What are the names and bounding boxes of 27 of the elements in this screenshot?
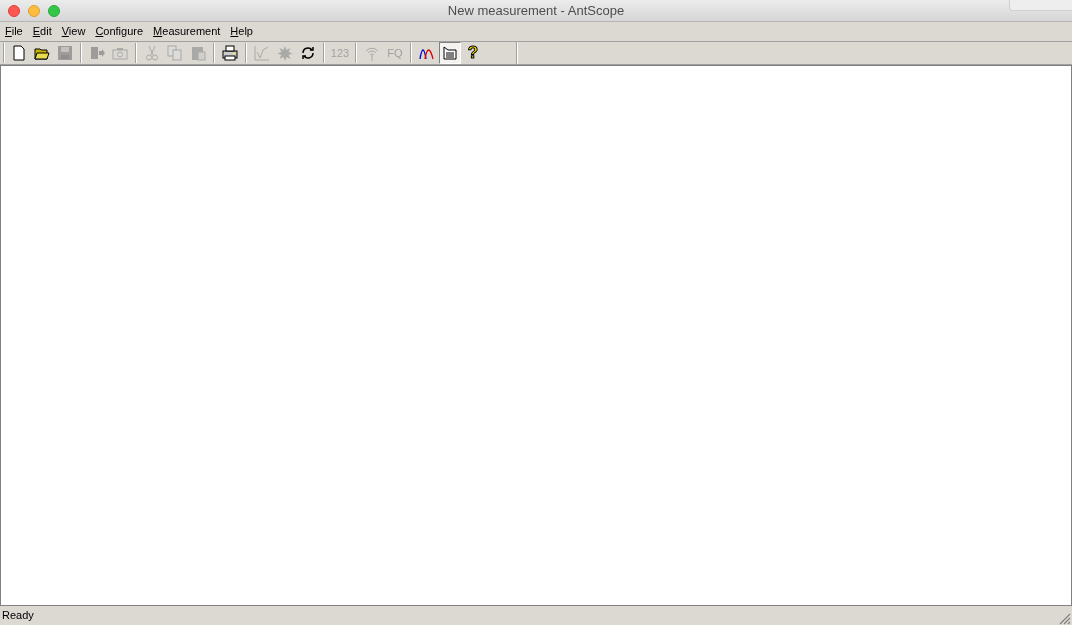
refresh-icon <box>300 45 316 61</box>
document-icon <box>11 45 27 61</box>
menu-item[interactable]: Configure <box>90 23 149 40</box>
scissors-icon <box>144 45 160 61</box>
menu-item[interactable]: View <box>56 23 91 40</box>
export-icon <box>89 45 105 61</box>
window-title: New measurement - AntScope <box>447 1 625 20</box>
folder-icon <box>34 45 50 61</box>
list-icon <box>442 45 458 61</box>
clipboard-icon <box>190 45 206 61</box>
camera-icon <box>112 45 128 61</box>
close-button[interactable] <box>8 4 20 17</box>
status-text: Ready <box>1 608 34 624</box>
starburst-icon <box>277 45 293 61</box>
menu-item[interactable]: Edit <box>27 23 57 40</box>
resize-grip-icon <box>1059 613 1071 625</box>
menu-item[interactable]: File <box>0 23 28 40</box>
copy-icon <box>167 45 183 61</box>
line-chart-icon <box>254 45 270 61</box>
antenna-icon <box>364 45 380 61</box>
notification-panel <box>1009 0 1072 11</box>
zoom-button[interactable] <box>48 4 60 17</box>
toolbar-button[interactable] <box>219 42 241 64</box>
printer-icon <box>222 45 238 61</box>
menu-item[interactable]: Measurement <box>148 23 226 40</box>
minimize-button[interactable] <box>28 4 40 17</box>
menu-item[interactable]: Help <box>225 23 258 40</box>
